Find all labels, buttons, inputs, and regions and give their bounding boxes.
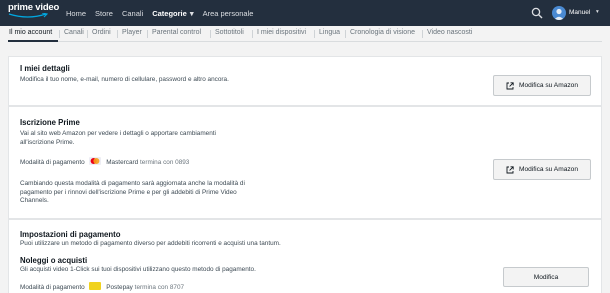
rentals-purchases-description: Gli acquisti video 1-Click sui tuoi disp… <box>20 266 256 273</box>
tab-i-miei-dispositivi[interactable]: I miei dispositivi <box>257 29 306 36</box>
edit-prime-on-amazon-button[interactable]: Modifica su Amazon <box>493 159 591 180</box>
tab-lingua[interactable]: Lingua <box>319 29 340 36</box>
my-details-title: I miei dettagli <box>20 64 70 73</box>
user-icon <box>554 8 564 20</box>
external-link-icon <box>506 165 514 173</box>
prime-membership-description: Vai al sito web Amazon per vedere i dett… <box>20 130 216 146</box>
tab-canali[interactable]: Canali <box>64 29 84 36</box>
card-prime-membership: Iscrizione Prime Vai al sito web Amazon … <box>8 106 602 219</box>
edit-prime-on-amazon-label: Modifica su Amazon <box>518 166 578 173</box>
payment-settings-description: Puoi utilizzare un metodo di pagamento d… <box>20 240 281 247</box>
tab-divider <box>210 30 211 38</box>
tab-il-mio-account[interactable]: Il mio account <box>9 29 52 36</box>
card-my-details: I miei dettagli Modifica il tuo nome, e-… <box>8 56 602 106</box>
edit-on-amazon-button[interactable]: Modifica su Amazon <box>493 75 591 96</box>
nav-categorie-label: Categorie <box>152 8 187 18</box>
tab-video-nascosti[interactable]: Video nascosti <box>427 29 472 36</box>
tabs-divider-line <box>8 41 602 42</box>
rentals-purchases-title: Noleggi o acquisti <box>20 256 88 265</box>
prime-payment-method: Modalità di pagamento Mastercard termina… <box>20 157 320 168</box>
tab-divider <box>117 30 118 38</box>
card-ending: termina con 8707 <box>134 284 185 291</box>
my-details-description: Modifica il tuo nome, e-mail, numero di … <box>20 76 229 83</box>
tab-divider <box>314 30 315 38</box>
logo-smile-icon <box>8 13 48 18</box>
edit-payment-button[interactable]: Modifica <box>503 267 589 287</box>
tab-player[interactable]: Player <box>122 29 142 36</box>
user-menu-chevron-icon[interactable]: ▾ <box>596 9 599 15</box>
external-link-icon <box>506 81 514 89</box>
nav-area-personale[interactable]: Area personale <box>203 9 254 18</box>
tab-divider <box>147 30 148 38</box>
tab-divider <box>422 30 423 38</box>
card-payment-settings: Impostazioni di pagamento Puoi utilizzar… <box>8 219 602 293</box>
tab-divider <box>252 30 253 38</box>
search-icon[interactable] <box>531 7 543 19</box>
top-bar: prime video Home Store Canali Categorie ▾… <box>0 0 610 26</box>
account-tabs: Il mio account Canali Ordini Player Pare… <box>0 26 610 42</box>
active-tab-indicator <box>8 40 58 42</box>
user-name[interactable]: Manuel <box>569 9 590 16</box>
chevron-down-icon: ▾ <box>189 8 194 18</box>
rentals-payment-method: Modalità di pagamento Postepay termina c… <box>20 282 320 293</box>
tab-ordini[interactable]: Ordini <box>92 29 111 36</box>
main-nav: Home Store Canali Categorie ▾ Area person… <box>66 0 253 26</box>
prime-payment-note: Cambiando questa modalità di pagamento s… <box>20 180 245 205</box>
postepay-icon <box>89 282 102 290</box>
nav-home[interactable]: Home <box>66 9 86 18</box>
payment-method-label: Modalità di pagamento <box>20 284 85 291</box>
tab-parental-control[interactable]: Parental control <box>152 29 201 36</box>
edit-payment-label: Modifica <box>533 273 559 281</box>
prime-video-logo[interactable]: prime video <box>8 3 59 13</box>
nav-store[interactable]: Store <box>95 9 113 18</box>
avatar[interactable] <box>552 6 566 20</box>
nav-canali[interactable]: Canali <box>122 9 143 18</box>
edit-on-amazon-label: Modifica su Amazon <box>518 82 578 89</box>
mastercard-icon <box>89 157 102 165</box>
nav-categorie[interactable]: Categorie ▾ <box>152 9 193 18</box>
payment-settings-title: Impostazioni di pagamento <box>20 230 121 239</box>
card-name: Mastercard <box>106 159 139 166</box>
tab-sottotitoli[interactable]: Sottotitoli <box>215 29 244 36</box>
tab-divider <box>59 30 60 38</box>
tab-cronologia-di-visione[interactable]: Cronologia di visione <box>350 29 415 36</box>
card-name: Postepay <box>106 284 133 291</box>
prime-membership-title: Iscrizione Prime <box>20 118 80 127</box>
payment-method-label: Modalità di pagamento <box>20 159 85 166</box>
tab-divider <box>345 30 346 38</box>
tab-divider <box>87 30 88 38</box>
card-ending: termina con 0893 <box>139 159 190 166</box>
